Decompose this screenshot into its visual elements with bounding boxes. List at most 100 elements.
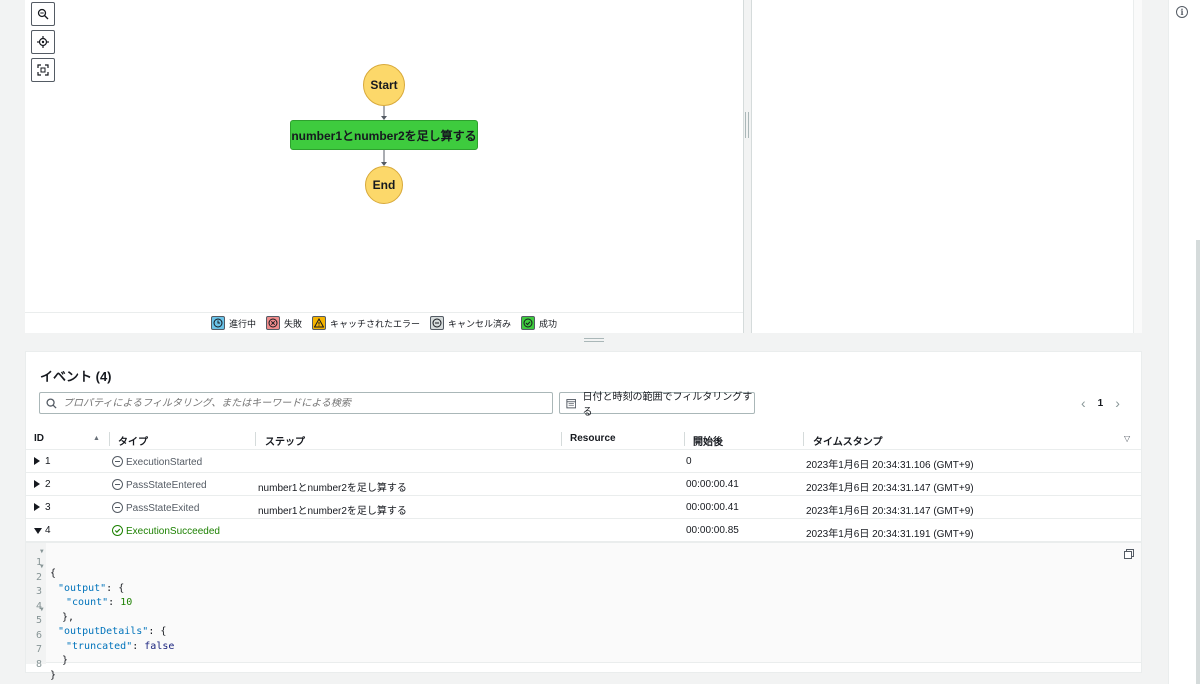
expand-row-icon[interactable] bbox=[34, 503, 40, 511]
column-step[interactable]: ステップ bbox=[265, 433, 305, 448]
code-line: 1 ▼ { bbox=[26, 546, 1126, 579]
task-state-label: number1とnumber2を足し算する bbox=[291, 128, 477, 143]
check-circle-icon bbox=[521, 316, 536, 330]
expand-row-icon[interactable] bbox=[34, 457, 40, 465]
collapse-row-icon[interactable] bbox=[34, 528, 42, 534]
crosshair-icon bbox=[37, 36, 49, 48]
legend-label: キャンセル済み bbox=[448, 318, 512, 329]
column-id[interactable]: ID bbox=[34, 433, 44, 444]
code-line: 3 "count": 10 bbox=[26, 575, 1126, 608]
date-filter-label: 日付と時刻の範囲でフィルタリングする bbox=[582, 392, 753, 418]
vertical-panel-resizer[interactable] bbox=[743, 0, 752, 333]
code-line: 6 "truncated": false bbox=[26, 619, 1126, 652]
state-detail-panel bbox=[752, 0, 1133, 333]
horizontal-resizer-grip[interactable] bbox=[584, 338, 604, 342]
legend-label: キャッチされたエラー bbox=[329, 318, 420, 329]
event-timestamp: 2023年1月6日 20:34:31.191 (GMT+9) bbox=[806, 529, 974, 540]
legend-label: 進行中 bbox=[228, 318, 256, 329]
event-json-viewer[interactable]: 1 ▼ { 2 ▼ "output": { 3 "count": 10 4 }, 5… bbox=[26, 542, 1141, 681]
code-line: 4 }, bbox=[26, 590, 1126, 623]
event-id: 1 bbox=[45, 456, 51, 467]
legend-succeeded: 成功 bbox=[521, 316, 557, 330]
task-state[interactable]: number1とnumber2を足し算する bbox=[290, 120, 478, 150]
column-separator bbox=[684, 432, 685, 446]
event-type-label: ExecutionStarted bbox=[126, 457, 203, 468]
column-separator bbox=[561, 432, 562, 446]
detail-scrollbar[interactable] bbox=[1133, 0, 1142, 333]
fold-caret-icon[interactable]: ▼ bbox=[40, 606, 44, 613]
search-icon bbox=[46, 397, 57, 409]
event-elapsed: 00:00:00.41 bbox=[686, 502, 739, 513]
legend-cancelled: キャンセル済み bbox=[430, 316, 511, 330]
end-state-label: End bbox=[372, 178, 396, 192]
column-separator bbox=[109, 432, 110, 446]
event-type: ExecutionStarted bbox=[112, 456, 202, 468]
table-row[interactable]: 4 ExecutionSucceeded 00:00:00.85 2023年1月… bbox=[26, 519, 1141, 542]
calendar-icon bbox=[566, 398, 577, 408]
current-page[interactable]: 1 bbox=[1098, 398, 1104, 409]
event-type: PassStateEntered bbox=[112, 479, 207, 491]
sort-asc-icon[interactable]: ▲ bbox=[93, 435, 100, 442]
code-line: 2 ▼ "output": { bbox=[26, 561, 1126, 594]
code-text: } bbox=[50, 669, 57, 681]
event-type: ExecutionSucceeded bbox=[112, 525, 220, 537]
legend-failed: 失敗 bbox=[265, 316, 302, 330]
code-line: 7 } bbox=[26, 633, 1126, 666]
event-timestamp: 2023年1月6日 20:34:31.106 (GMT+9) bbox=[806, 460, 974, 471]
event-id: 3 bbox=[45, 502, 51, 513]
fold-caret-icon[interactable]: ▼ bbox=[40, 563, 44, 570]
event-step: number1とnumber2を足し算する bbox=[258, 483, 407, 494]
event-type-label: PassStateExited bbox=[126, 503, 200, 514]
event-type-label: ExecutionSucceeded bbox=[126, 526, 220, 537]
zoom-in-button[interactable] bbox=[31, 2, 55, 26]
event-type-label: PassStateEntered bbox=[126, 480, 207, 491]
warning-icon bbox=[311, 316, 326, 330]
line-number: 8 bbox=[35, 658, 42, 670]
events-title: イベント (4) bbox=[40, 369, 112, 384]
horizontal-panel-resizer[interactable] bbox=[25, 333, 1142, 351]
event-elapsed: 00:00:00.41 bbox=[686, 479, 739, 490]
x-circle-icon bbox=[265, 316, 280, 330]
column-type[interactable]: タイプ bbox=[118, 433, 148, 448]
event-elapsed: 0 bbox=[686, 456, 692, 467]
info-icon[interactable]: i bbox=[1176, 6, 1188, 18]
column-separator bbox=[255, 432, 256, 446]
start-state[interactable]: Start bbox=[363, 64, 405, 106]
table-row[interactable]: 2 PassStateEntered number1とnumber2を足し算する… bbox=[26, 473, 1141, 496]
settings-caret-icon[interactable]: ▽ bbox=[1124, 434, 1130, 443]
column-elapsed[interactable]: 開始後 bbox=[693, 433, 723, 448]
page-scrollbar[interactable] bbox=[1196, 240, 1200, 684]
code-line: 5 ▼ "outputDetails": { bbox=[26, 604, 1126, 637]
table-row[interactable]: 1 ExecutionStarted 0 2023年1月6日 20:34:31.… bbox=[26, 450, 1141, 473]
fit-to-screen-button[interactable] bbox=[31, 58, 55, 82]
end-state[interactable]: End bbox=[365, 166, 403, 204]
event-id: 4 bbox=[45, 525, 51, 536]
vertical-resizer-grip[interactable] bbox=[745, 112, 749, 138]
expand-icon bbox=[37, 64, 49, 76]
chevron-right-icon[interactable]: › bbox=[1115, 395, 1120, 411]
table-row[interactable]: 3 PassStateExited number1とnumber2を足し算する … bbox=[26, 496, 1141, 519]
event-elapsed: 00:00:00.85 bbox=[686, 525, 739, 536]
pagination: ‹ 1 › bbox=[1081, 395, 1120, 411]
column-separator bbox=[803, 432, 804, 446]
legend-caught-error: キャッチされたエラー bbox=[311, 316, 420, 330]
legend-label: 成功 bbox=[539, 318, 558, 329]
legend-label: 失敗 bbox=[283, 318, 302, 329]
chevron-left-icon[interactable]: ‹ bbox=[1081, 395, 1086, 411]
event-step: number1とnumber2を足し算する bbox=[258, 506, 407, 517]
events-panel: イベント (4) 日付と時刻の範囲でフィルタリングする ‹ 1 › ID ▲ タ… bbox=[25, 351, 1142, 681]
event-search-box[interactable] bbox=[39, 392, 553, 414]
status-legend: 進行中 失敗 キャッチされたエラー キャンセル済み 成功 bbox=[25, 312, 743, 333]
event-timestamp: 2023年1月6日 20:34:31.147 (GMT+9) bbox=[806, 506, 974, 517]
fold-caret-icon[interactable]: ▼ bbox=[40, 548, 44, 555]
clock-icon bbox=[210, 316, 225, 330]
event-search-input[interactable] bbox=[63, 397, 543, 409]
minus-circle-icon bbox=[112, 479, 123, 490]
zoom-magnifier-icon bbox=[37, 8, 49, 20]
center-graph-button[interactable] bbox=[31, 30, 55, 54]
date-range-filter-button[interactable]: 日付と時刻の範囲でフィルタリングする bbox=[559, 392, 755, 418]
column-resource[interactable]: Resource bbox=[570, 433, 616, 444]
expand-row-icon[interactable] bbox=[34, 480, 40, 488]
column-timestamp[interactable]: タイムスタンプ bbox=[813, 433, 883, 448]
events-table-header: ID ▲ タイプ ステップ Resource 開始後 タイムスタンプ ▽ bbox=[26, 428, 1141, 450]
